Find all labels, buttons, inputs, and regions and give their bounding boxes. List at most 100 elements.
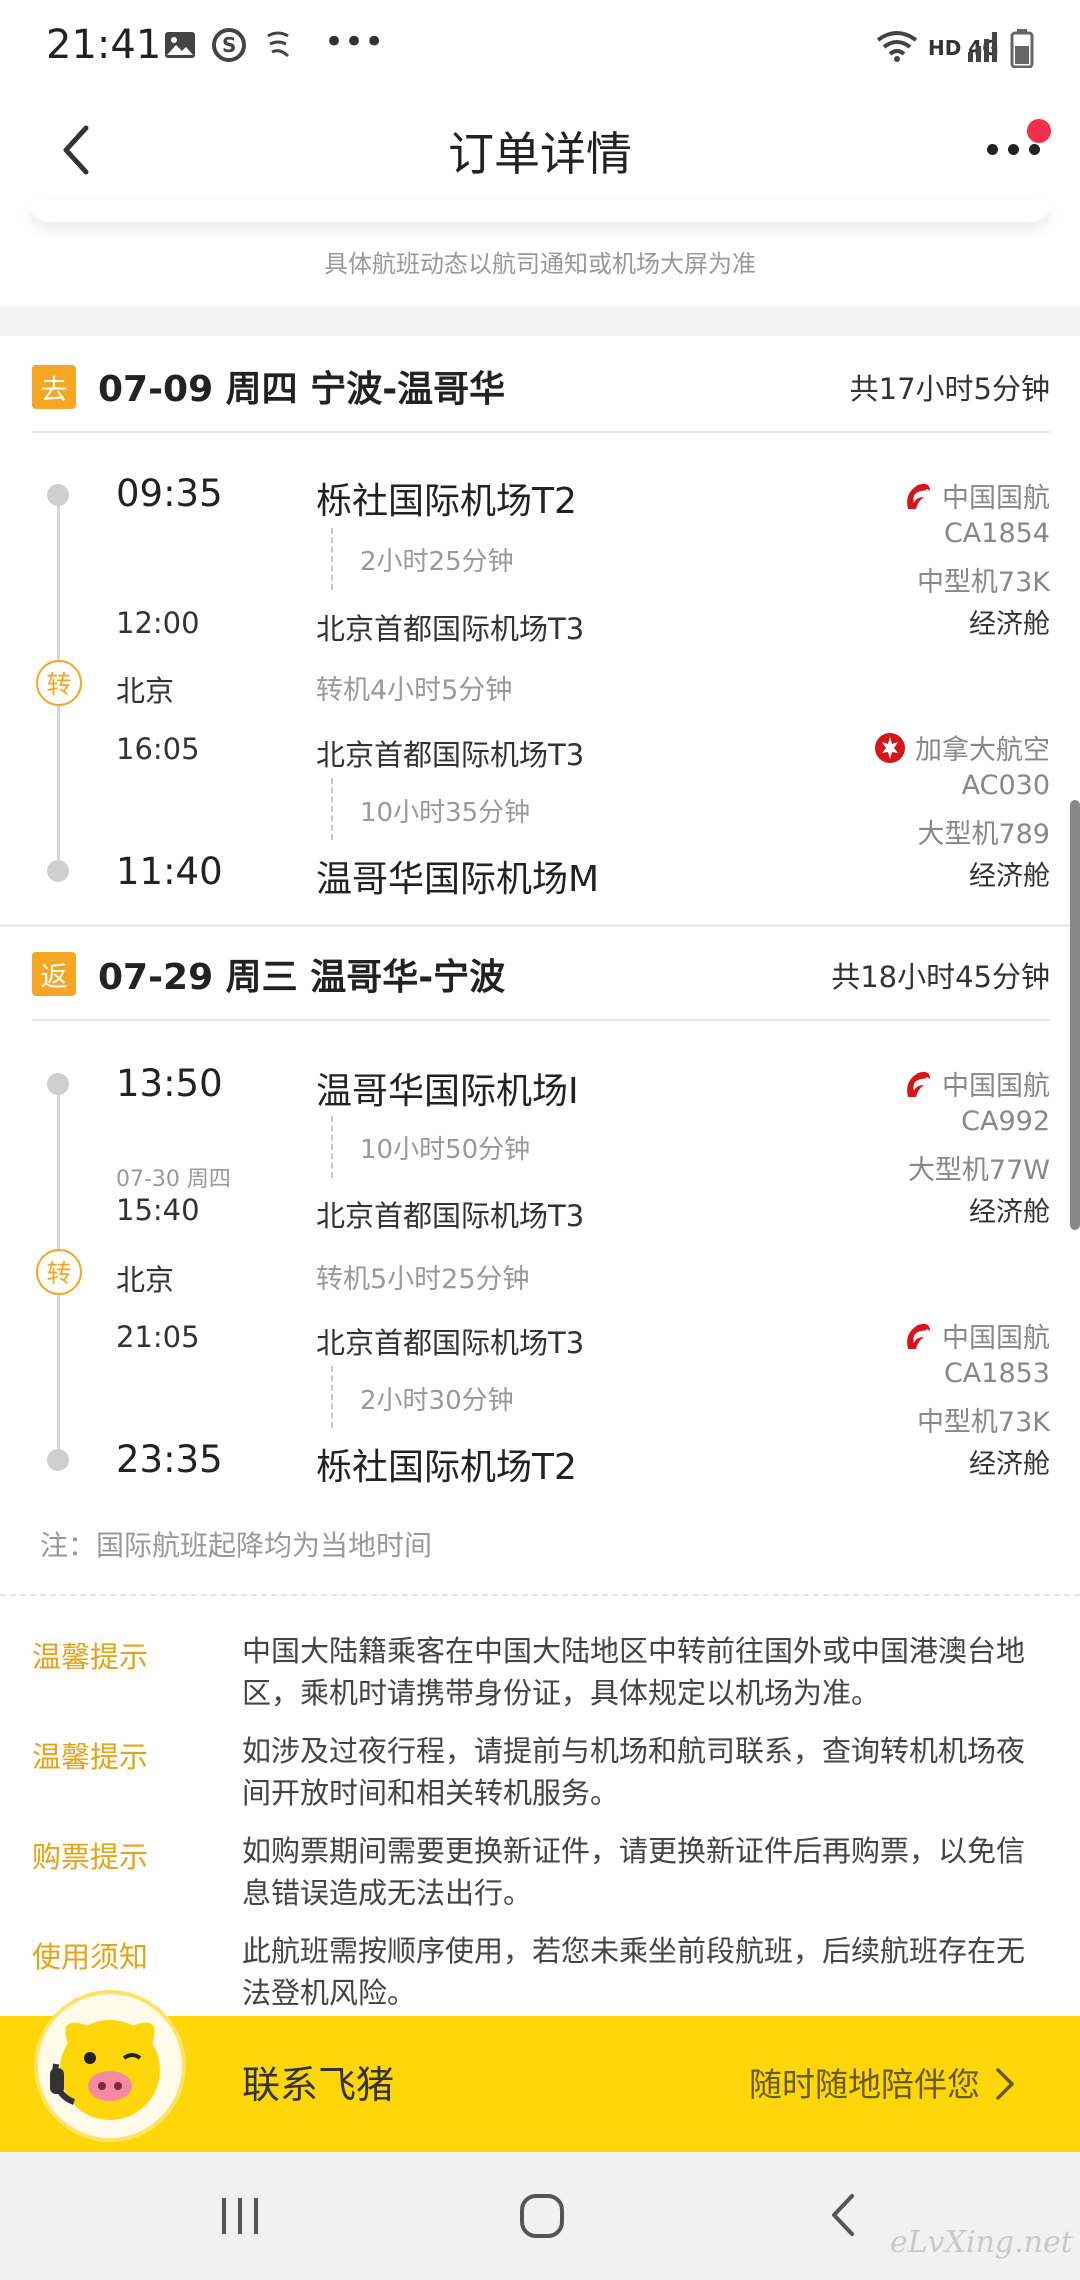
tip-text: 中国大陆籍乘客在中国大陆地区中转前往国外或中国港澳台地区，乘机时请携带身份证，具… (242, 1634, 1026, 1710)
tip-text: 如涉及过夜行程，请提前与机场和航司联系，查询转机机场夜间开放时间和相关转机服务。 (242, 1734, 1026, 1810)
page-title: 订单详情 (448, 127, 632, 181)
tip-label: 购票提示 (32, 1840, 149, 1874)
status-bar (0, 0, 1080, 100)
aircraft-type: 中型机73K (916, 1407, 1050, 1438)
watermark: eLvXing.net (890, 2225, 1073, 2260)
flight-dash (331, 528, 333, 590)
flight-dash (331, 1116, 333, 1178)
cabin-class: 经济舱 (969, 1197, 1050, 1228)
departure-dot (47, 1073, 69, 1095)
transfer-city: 北京 (116, 674, 175, 708)
svg-text:S: S (222, 33, 236, 57)
flight-duration: 2小时25分钟 (360, 547, 514, 577)
transfer-city: 北京 (116, 1263, 175, 1297)
air-china-logo-icon (907, 1323, 930, 1349)
tip-text: 此航班需按顺序使用，若您未乘坐前段航班，后续航班存在无法登机风险。 (242, 1934, 1026, 2010)
departure-dot (47, 484, 69, 506)
return-tag: 返 (32, 952, 76, 996)
dep-airport: 栎社国际机场T2 (316, 481, 577, 522)
dep-airport: 北京首都国际机场T3 (316, 738, 585, 772)
arr-time: 11:40 (116, 850, 223, 893)
divider (32, 1019, 1050, 1021)
outbound-tag: 去 (32, 365, 76, 409)
tip-label: 温馨提示 (32, 1740, 149, 1774)
return-leg-title: 07-29 周三 温哥华-宁波 (98, 957, 506, 998)
section-divider (0, 306, 1080, 336)
transfer-duration: 转机4小时5分钟 (316, 675, 513, 706)
outbound-leg-title: 07-09 周四 宁波-温哥华 (98, 369, 506, 410)
home-icon (520, 2194, 564, 2238)
cabin-class: 经济舱 (969, 609, 1050, 640)
sogou-icon: S (212, 28, 246, 71)
system-back-button[interactable] (828, 2192, 858, 2242)
aircraft-type: 大型机77W (907, 1155, 1050, 1186)
air-china-logo-icon (907, 483, 930, 509)
battery-icon (1010, 28, 1034, 77)
flight-number: CA1853 (943, 1358, 1050, 1389)
divider (32, 431, 1050, 433)
flight-number: AC030 (961, 770, 1050, 801)
arr-time: 23:35 (116, 1438, 223, 1481)
airline-row: 加拿大航空 (720, 728, 1050, 767)
dep-time: 09:35 (116, 472, 223, 515)
cabin-class: 经济舱 (969, 861, 1050, 892)
more-notifications-icon: ••• (324, 22, 385, 62)
contact-title: 联系飞猪 (242, 2063, 395, 2107)
arr-airport: 温哥华国际机场M (316, 859, 600, 900)
arr-airport: 北京首都国际机场T3 (316, 612, 585, 646)
scrollbar[interactable] (1070, 800, 1080, 1230)
local-time-note: 注：国际航班起降均为当地时间 (40, 1529, 433, 1562)
recent-apps-button[interactable] (218, 2196, 262, 2240)
airline-row: 中国国航 (720, 1064, 1050, 1103)
arrival-dot (47, 1449, 69, 1471)
arrival-date: 07-30 周四 (116, 1167, 231, 1192)
tip-label: 使用须知 (32, 1940, 149, 1974)
airline-row: 中国国航 (720, 476, 1050, 515)
cabin-class: 经济舱 (969, 1449, 1050, 1480)
flight-number: CA992 (961, 1106, 1050, 1137)
aircraft-type: 大型机789 (917, 819, 1050, 850)
flight-status-notice: 具体航班动态以航司通知或机场大屏为准 (324, 250, 756, 278)
recent-apps-icon (222, 2198, 258, 2234)
flight-number: CA1854 (943, 518, 1050, 549)
flight-duration: 2小时30分钟 (360, 1386, 514, 1416)
flight-duration: 10小时50分钟 (360, 1135, 531, 1165)
dep-time: 16:05 (116, 732, 200, 766)
home-button[interactable] (518, 2192, 566, 2244)
arr-time: 12:00 (116, 606, 200, 640)
fliggy-mascot-icon (34, 1990, 186, 2142)
tip-text: 如购票期间需要更换新证件，请更换新证件后再购票，以免信息错误造成无法出行。 (242, 1834, 1026, 1910)
dep-airport: 北京首都国际机场T3 (316, 1326, 585, 1360)
signal-icon (966, 30, 1000, 73)
transfer-duration: 转机5小时25分钟 (316, 1264, 530, 1295)
transfer-badge: 转 (36, 660, 82, 706)
arrival-dot (47, 860, 69, 882)
arr-airport: 栎社国际机场T2 (316, 1447, 577, 1488)
arr-airport: 北京首都国际机场T3 (316, 1199, 585, 1233)
air-canada-logo-icon (875, 732, 905, 763)
contact-subtitle: 随时随地陪伴您 (749, 2065, 980, 2104)
airline-name: 中国国航 (942, 483, 1050, 514)
flight-dash (331, 778, 333, 840)
leg-divider (0, 924, 1080, 927)
aircraft-type: 中型机73K (916, 567, 1050, 598)
flight-dash (331, 1366, 333, 1428)
notification-dot (1027, 119, 1051, 143)
flight-duration: 10小时35分钟 (360, 798, 531, 828)
arr-time: 15:40 (116, 1193, 200, 1227)
gallery-icon (164, 28, 196, 68)
chevron-left-icon (832, 2194, 854, 2236)
return-total-duration: 共18小时45分钟 (831, 960, 1050, 994)
airline-name: 中国国航 (942, 1071, 1050, 1102)
air-china-logo-icon (907, 1071, 930, 1097)
status-time: 21:41 (46, 22, 162, 68)
dep-time: 13:50 (116, 1062, 223, 1105)
tips-divider (0, 1594, 1080, 1596)
outbound-total-duration: 共17小时5分钟 (849, 372, 1050, 406)
chevron-right-icon (994, 2066, 1016, 2106)
flight-status-card (30, 200, 1050, 222)
dep-airport: 温哥华国际机场I (316, 1071, 579, 1112)
tip-label: 温馨提示 (32, 1640, 149, 1674)
dep-time: 21:05 (116, 1320, 200, 1354)
wifi-icon (876, 30, 918, 71)
